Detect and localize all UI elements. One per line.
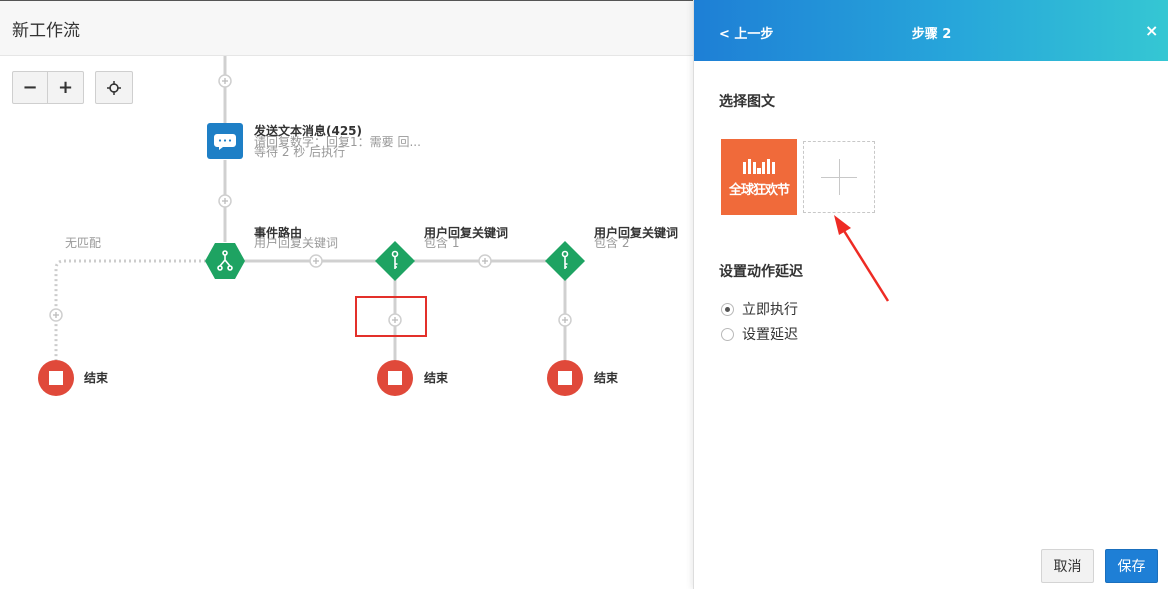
- keyword-2-node[interactable]: [545, 241, 585, 281]
- stop-icon: [558, 371, 572, 385]
- media-item-text: 全球狂欢节: [728, 183, 790, 198]
- send-message-delay: 等待 2 秒 后执行: [254, 145, 346, 159]
- add-media-button[interactable]: [803, 141, 875, 213]
- add-step-icon[interactable]: [478, 254, 492, 268]
- send-message-node[interactable]: [207, 123, 243, 159]
- end-label: 结束: [424, 371, 449, 385]
- keyword-1-subtitle: 包含 1: [424, 236, 460, 250]
- cancel-button[interactable]: 取消: [1041, 549, 1094, 583]
- no-match-connector: [54, 259, 206, 360]
- radio-set-delay[interactable]: 设置延迟: [721, 324, 798, 344]
- radio-checked-icon[interactable]: [721, 302, 734, 316]
- close-icon[interactable]: ×: [1145, 21, 1158, 40]
- save-button[interactable]: 保存: [1105, 549, 1158, 583]
- workflow-canvas: 新工作流 − + 发送文本消息(425) 请回复数字：回复1：需要 回... 等…: [0, 0, 693, 589]
- keyword-2-subtitle: 包含 2: [594, 236, 630, 250]
- media-section-title: 选择图文: [719, 94, 775, 110]
- add-step-icon[interactable]: [558, 313, 572, 327]
- no-match-label: 无匹配: [65, 236, 102, 250]
- end-node[interactable]: [38, 360, 74, 396]
- keyword-1-node[interactable]: [375, 241, 415, 281]
- event-router-node[interactable]: [205, 243, 245, 279]
- panel-header: < 上一步 步骤 2 ×: [694, 0, 1168, 61]
- event-router-subtitle: 用户回复关键词: [254, 236, 339, 250]
- step-panel: < 上一步 步骤 2 × 选择图文 全球狂欢节 设置动作延迟 立即执行 设置延迟…: [693, 0, 1168, 589]
- plus-icon: [839, 159, 840, 195]
- stop-icon: [388, 371, 402, 385]
- end-node[interactable]: [547, 360, 583, 396]
- end-label: 结束: [594, 371, 619, 385]
- back-button[interactable]: < 上一步: [719, 23, 773, 42]
- workflow-graph: [38, 56, 585, 396]
- add-step-icon[interactable]: [309, 254, 323, 268]
- media-thumbnail[interactable]: 全球狂欢节: [721, 139, 797, 215]
- stop-icon: [49, 371, 63, 385]
- annotation-arrow: [834, 215, 890, 302]
- add-step-icon[interactable]: [218, 194, 232, 208]
- radio-label: 设置延迟: [742, 327, 798, 343]
- add-step-icon[interactable]: [218, 74, 232, 88]
- radio-unchecked-icon[interactable]: [721, 327, 734, 341]
- end-label: 结束: [84, 371, 109, 385]
- radio-execute-now[interactable]: 立即执行: [721, 299, 798, 319]
- delay-section-title: 设置动作延迟: [719, 264, 803, 280]
- festival-logo-icon: [743, 159, 775, 174]
- add-step-icon[interactable]: [49, 308, 63, 322]
- end-node[interactable]: [377, 360, 413, 396]
- radio-label: 立即执行: [742, 302, 798, 318]
- add-step-icon[interactable]: [388, 313, 402, 327]
